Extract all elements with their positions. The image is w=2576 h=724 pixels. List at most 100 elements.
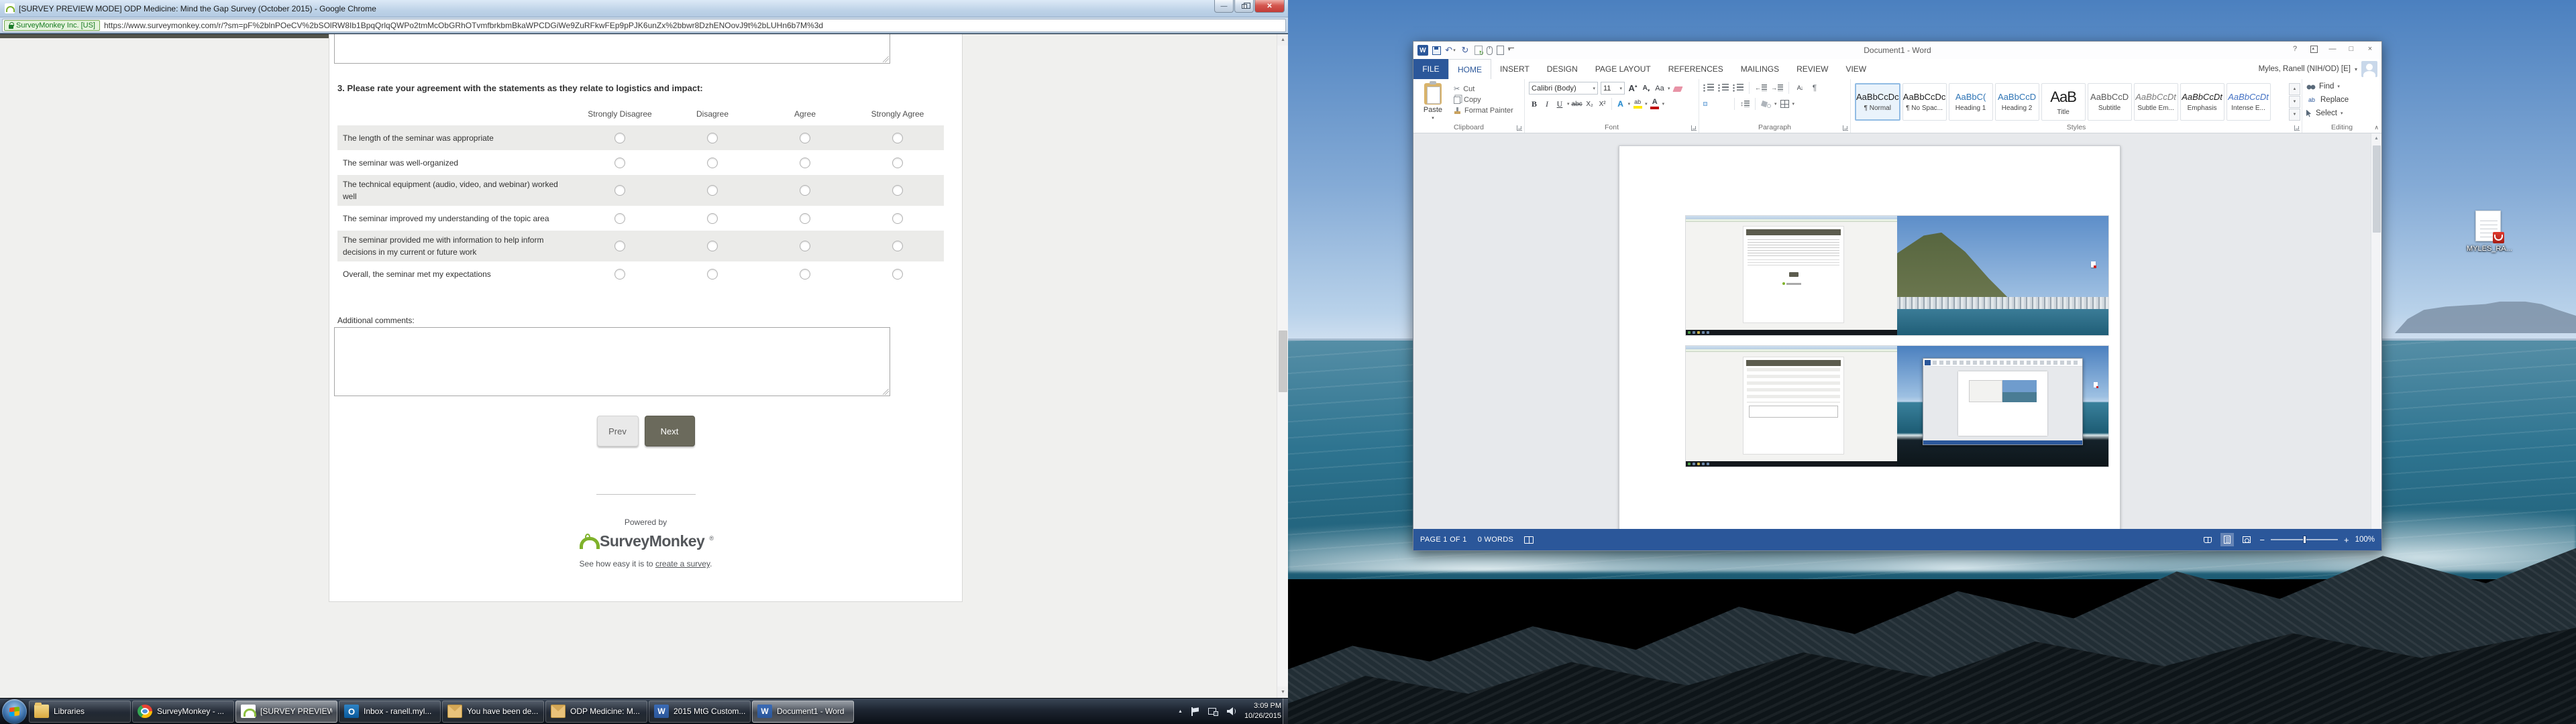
document-page[interactable] xyxy=(1619,145,2121,529)
numbering-icon[interactable] xyxy=(1718,84,1729,92)
page-indicator[interactable]: PAGE 1 OF 1 xyxy=(1420,536,1467,544)
ribbon-tab[interactable]: REFERENCES xyxy=(1660,59,1732,79)
restore-button[interactable] xyxy=(1234,0,1254,13)
multilevel-list-icon[interactable] xyxy=(1733,84,1743,92)
close-button[interactable]: ✕ xyxy=(1254,0,1285,13)
style-chip[interactable]: AaBbCcDc ¶ Normal xyxy=(1855,83,1900,121)
zoom-percentage[interactable]: 100% xyxy=(2355,536,2375,544)
radio-button[interactable] xyxy=(614,185,625,196)
create-survey-link[interactable]: create a survey xyxy=(655,559,710,568)
align-center-icon[interactable] xyxy=(1711,102,1715,106)
radio-button[interactable] xyxy=(892,185,903,196)
taskbar-button[interactable]: 2015 MtG Custom... xyxy=(649,701,751,723)
radio-button[interactable] xyxy=(892,133,903,143)
customize-qat-icon[interactable] xyxy=(1508,48,1514,53)
radio-button[interactable] xyxy=(892,241,903,251)
ribbon-tab[interactable]: REVIEW xyxy=(1788,59,1837,79)
scrollbar-thumb[interactable] xyxy=(2373,145,2381,233)
borders-icon[interactable] xyxy=(1780,100,1789,108)
surveymonkey-logo[interactable]: SurveyMonkey ® xyxy=(329,532,962,550)
ribbon-tab[interactable]: HOME xyxy=(1448,59,1491,79)
bullets-icon[interactable] xyxy=(1703,84,1714,92)
undo-icon[interactable] xyxy=(1445,44,1456,56)
radio-button[interactable] xyxy=(800,185,810,196)
radio-button[interactable] xyxy=(892,213,903,224)
style-chip[interactable]: AaBbCcDt Subtle Em... xyxy=(2134,83,2178,121)
find-button[interactable]: Find▾ xyxy=(2306,82,2377,90)
new-document-icon[interactable] xyxy=(1497,46,1504,55)
style-chip[interactable]: AaBbCcD Subtitle xyxy=(2088,83,2132,121)
line-spacing-icon[interactable] xyxy=(1739,98,1750,110)
format-painter-button[interactable]: Format Painter xyxy=(1454,107,1513,115)
change-case-icon[interactable] xyxy=(1654,82,1665,95)
print-layout-button[interactable] xyxy=(2220,533,2234,546)
collapse-ribbon-icon[interactable]: ∧ xyxy=(2374,124,2379,131)
scroll-down-icon[interactable]: ▼ xyxy=(1277,686,1288,698)
style-chip[interactable]: AaBbCcDt Emphasis xyxy=(2180,83,2224,121)
bold-icon[interactable] xyxy=(1529,98,1540,110)
ribbon-tab[interactable]: DESIGN xyxy=(1538,59,1587,79)
radio-button[interactable] xyxy=(707,185,718,196)
ribbon-tab[interactable]: VIEW xyxy=(1837,59,1875,79)
previous-question-textarea[interactable] xyxy=(334,34,890,64)
radio-button[interactable] xyxy=(707,269,718,280)
increase-indent-icon[interactable] xyxy=(1771,82,1783,94)
account-area[interactable]: Myles, Ranell (NIH/OD) [E] ▾ xyxy=(2259,59,2377,79)
radio-button[interactable] xyxy=(707,241,718,251)
minimize-button[interactable]: — xyxy=(1214,0,1234,13)
clear-formatting-icon[interactable] xyxy=(1673,84,1684,93)
ribbon-tab[interactable]: PAGE LAYOUT xyxy=(1587,59,1660,79)
justify-icon[interactable] xyxy=(1725,102,1729,106)
resize-grip-icon[interactable] xyxy=(883,56,889,62)
radio-button[interactable] xyxy=(614,241,625,251)
radio-button[interactable] xyxy=(614,133,625,143)
taskbar-button[interactable]: Libraries xyxy=(29,701,131,723)
next-button[interactable]: Next xyxy=(645,416,695,446)
styles-scroll-up-icon[interactable]: ▲ xyxy=(2289,83,2300,95)
additional-comments-textarea[interactable] xyxy=(334,327,890,396)
radio-button[interactable] xyxy=(707,133,718,143)
touch-mouse-mode-icon[interactable] xyxy=(1487,46,1493,55)
word-titlebar[interactable]: Document1 - Word ? — □ × xyxy=(1413,42,2381,59)
paste-button[interactable]: Paste ▾ xyxy=(1417,82,1448,122)
radio-button[interactable] xyxy=(707,158,718,168)
minimize-button[interactable]: — xyxy=(2324,42,2341,56)
save-icon[interactable] xyxy=(1432,46,1441,55)
radio-button[interactable] xyxy=(800,241,810,251)
desktop-pdf-shortcut[interactable]: MYLES_RA... xyxy=(2467,210,2510,253)
zoom-in-icon[interactable]: + xyxy=(2344,535,2349,545)
italic-icon[interactable] xyxy=(1542,98,1552,110)
document-update-icon[interactable] xyxy=(1474,46,1483,55)
close-button[interactable]: × xyxy=(2361,42,2379,56)
replace-button[interactable]: Replace xyxy=(2306,94,2377,106)
text-effects-icon[interactable] xyxy=(1615,98,1626,110)
subscript-icon[interactable] xyxy=(1585,98,1595,110)
web-layout-button[interactable] xyxy=(2240,533,2253,546)
network-icon[interactable] xyxy=(1208,707,1218,716)
radio-button[interactable] xyxy=(614,269,625,280)
align-left-icon[interactable] xyxy=(1703,102,1707,106)
style-chip[interactable]: AaBbCcD Heading 2 xyxy=(1995,83,2039,121)
help-button[interactable]: ? xyxy=(2286,42,2304,56)
chrome-titlebar[interactable]: [SURVEY PREVIEW MODE] ODP Medicine: Mind… xyxy=(0,0,1288,17)
address-bar[interactable]: SurveyMonkey Inc. [US] https://www.surve… xyxy=(2,19,1286,32)
embedded-screenshot-2[interactable] xyxy=(1685,345,2109,467)
action-center-flag-icon[interactable] xyxy=(1191,707,1199,716)
text-highlight-icon[interactable] xyxy=(1632,98,1643,110)
radio-button[interactable] xyxy=(800,158,810,168)
ribbon-tab[interactable]: INSERT xyxy=(1491,59,1538,79)
cut-button[interactable]: Cut xyxy=(1454,84,1513,93)
proofing-status-icon[interactable] xyxy=(1524,536,1534,544)
styles-scroll-down-icon[interactable]: ▼ xyxy=(2289,96,2300,108)
redo-icon[interactable] xyxy=(1460,44,1470,56)
font-color-icon[interactable] xyxy=(1650,98,1660,110)
ev-security-badge[interactable]: SurveyMonkey Inc. [US] xyxy=(4,20,100,31)
clipboard-dialog-launcher-icon[interactable] xyxy=(1517,125,1522,131)
word-count[interactable]: 0 WORDS xyxy=(1478,536,1513,544)
decrease-indent-icon[interactable] xyxy=(1755,82,1767,94)
document-scrollbar[interactable]: ▲ xyxy=(2371,133,2381,529)
scroll-up-icon[interactable]: ▲ xyxy=(1277,34,1288,46)
font-dialog-launcher-icon[interactable] xyxy=(1691,125,1697,131)
copy-button[interactable]: Copy xyxy=(1454,96,1513,104)
tray-clock[interactable]: 3:09 PM 10/26/2015 xyxy=(1244,701,1281,721)
